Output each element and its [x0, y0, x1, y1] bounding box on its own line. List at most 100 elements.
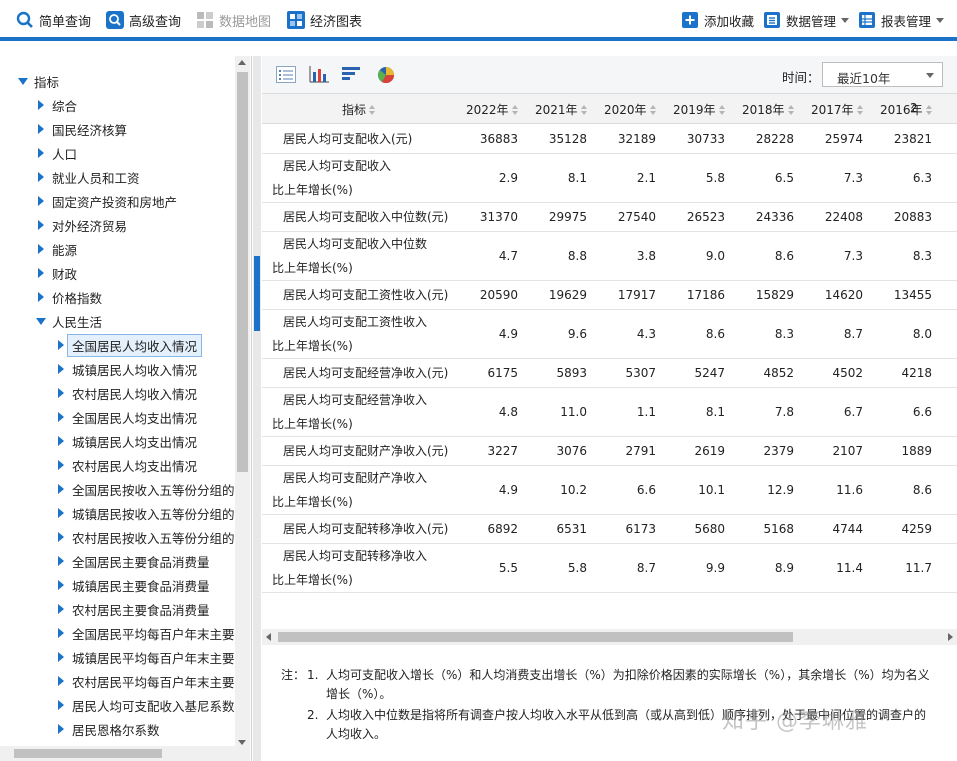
- collapse-arrow-icon[interactable]: [38, 220, 44, 230]
- table-cell: 5.5: [498, 561, 518, 575]
- tree-subitem[interactable]: 城镇居民按收入五等份分组的收: [58, 502, 247, 524]
- pie-chart-icon[interactable]: [377, 66, 397, 84]
- sidebar-horizontal-scrollbar[interactable]: [0, 746, 235, 761]
- tree-subitem[interactable]: 城镇居民主要食品消费量: [58, 574, 210, 596]
- nav-simple-query[interactable]: 简单查询: [16, 9, 91, 31]
- splitter-handle[interactable]: [254, 256, 260, 331]
- sort-icon[interactable]: [369, 105, 376, 115]
- tree-subitem[interactable]: 农村居民平均每百户年末主要耐: [58, 670, 247, 692]
- collapse-arrow-icon[interactable]: [58, 604, 64, 614]
- column-header-year[interactable]: 2022年: [466, 101, 519, 118]
- collapse-arrow-icon[interactable]: [58, 700, 64, 710]
- nav-advanced-query[interactable]: 高级查询: [106, 9, 181, 31]
- tree-subitem[interactable]: 全国居民人均收入情况: [58, 333, 203, 357]
- nav-data-map[interactable]: 数据地图: [196, 9, 271, 31]
- collapse-arrow-icon[interactable]: [58, 580, 64, 590]
- tree-subitem[interactable]: 农村居民主要食品消费量: [58, 598, 210, 620]
- tree-subitem[interactable]: 全国居民按收入五等份分组的收: [58, 478, 247, 500]
- collapse-arrow-icon[interactable]: [58, 412, 64, 422]
- collapse-arrow-icon[interactable]: [58, 436, 64, 446]
- tree-category[interactable]: 就业人员和工资: [38, 166, 140, 188]
- tree-subitem[interactable]: 农村居民人均支出情况: [58, 454, 197, 476]
- report-management-menu[interactable]: 报表管理: [859, 10, 945, 30]
- collapse-arrow-icon[interactable]: [58, 676, 64, 686]
- tree-category[interactable]: 人口: [38, 142, 77, 164]
- tree-subitem[interactable]: 城镇居民人均支出情况: [58, 430, 197, 452]
- tree-category[interactable]: 综合: [38, 94, 77, 116]
- row-indicator-label: 居民人均可支配转移净收入(元): [272, 517, 448, 541]
- bar-chart-icon[interactable]: [309, 66, 329, 83]
- horizontal-bar-icon[interactable]: [342, 66, 362, 83]
- tree-category[interactable]: 国民经济核算: [38, 118, 127, 140]
- collapse-arrow-icon[interactable]: [38, 244, 44, 254]
- tree-subitem[interactable]: 城镇居民人均收入情况: [58, 358, 197, 380]
- collapse-arrow-icon[interactable]: [58, 652, 64, 662]
- scrollbar-thumb[interactable]: [237, 72, 248, 472]
- collapse-arrow-icon[interactable]: [58, 628, 64, 638]
- collapse-arrow-icon[interactable]: [38, 292, 44, 302]
- expand-arrow-icon[interactable]: [36, 317, 46, 325]
- tree-category[interactable]: 对外经济贸易: [38, 214, 127, 236]
- scroll-left-arrow-icon[interactable]: [266, 633, 271, 641]
- tree-subitem[interactable]: 全国居民平均每百户年末主要耐: [58, 622, 247, 644]
- collapse-arrow-icon[interactable]: [38, 196, 44, 206]
- nav-economic-charts[interactable]: 经济图表: [287, 9, 362, 31]
- tree-subitem[interactable]: 居民人均可支配收入基尼系数: [58, 694, 235, 716]
- panel-splitter[interactable]: [253, 56, 261, 761]
- tree-category-expanded[interactable]: 人民生活: [36, 310, 102, 332]
- collapse-arrow-icon[interactable]: [38, 172, 44, 182]
- collapse-arrow-icon[interactable]: [58, 388, 64, 398]
- scrollbar-thumb[interactable]: [278, 632, 793, 642]
- scroll-up-arrow-icon[interactable]: [238, 60, 246, 65]
- tree-subitem[interactable]: 居民恩格尔系数: [58, 718, 160, 740]
- sort-icon[interactable]: [580, 105, 588, 115]
- tree-subitem[interactable]: 全国居民主要食品消费量: [58, 550, 210, 572]
- collapse-arrow-icon[interactable]: [58, 556, 64, 566]
- tree-subitem[interactable]: 城镇居民平均每百户年末主要耐: [58, 646, 247, 668]
- sort-icon[interactable]: [925, 105, 933, 115]
- column-header-year[interactable]: 2017年: [811, 101, 864, 118]
- tree-category[interactable]: 能源: [38, 238, 77, 260]
- time-range-select[interactable]: 最近10年: [822, 62, 943, 87]
- collapse-arrow-icon[interactable]: [58, 364, 64, 374]
- scroll-down-arrow-icon[interactable]: [238, 740, 246, 745]
- tree-category[interactable]: 固定资产投资和房地产: [38, 190, 177, 212]
- scrollbar-thumb[interactable]: [14, 749, 162, 758]
- collapse-arrow-icon[interactable]: [58, 508, 64, 518]
- collapse-arrow-icon[interactable]: [58, 724, 64, 734]
- table-view-icon[interactable]: [276, 66, 296, 83]
- collapse-arrow-icon[interactable]: [58, 484, 64, 494]
- expand-arrow-icon[interactable]: [18, 77, 28, 85]
- sort-icon[interactable]: [856, 105, 864, 115]
- column-header-year[interactable]: 2: [910, 101, 918, 115]
- column-header-indicator[interactable]: 指标: [342, 101, 376, 118]
- table-horizontal-scrollbar[interactable]: [262, 629, 957, 645]
- tree-category[interactable]: 价格指数: [38, 286, 102, 308]
- sort-icon[interactable]: [511, 105, 519, 115]
- column-header-year[interactable]: 2021年: [535, 101, 588, 118]
- tree-category[interactable]: 财政: [38, 262, 77, 284]
- collapse-arrow-icon[interactable]: [38, 148, 44, 158]
- sidebar-vertical-scrollbar[interactable]: [235, 56, 250, 761]
- tree-subitem[interactable]: 农村居民按收入五等份分组的收: [58, 526, 247, 548]
- collapse-arrow-icon[interactable]: [38, 124, 44, 134]
- sort-icon[interactable]: [718, 105, 726, 115]
- collapse-arrow-icon[interactable]: [38, 268, 44, 278]
- tree-root[interactable]: 指标: [18, 70, 59, 92]
- data-management-menu[interactable]: 数据管理: [764, 10, 850, 30]
- column-header-year[interactable]: 2016年: [880, 101, 933, 118]
- tree-subitem[interactable]: 全国居民人均支出情况: [58, 406, 197, 428]
- collapse-arrow-icon[interactable]: [58, 532, 64, 542]
- column-header-year[interactable]: 2020年: [604, 101, 657, 118]
- collapse-arrow-icon[interactable]: [38, 100, 44, 110]
- scroll-right-arrow-icon[interactable]: [948, 633, 953, 641]
- table-cell: 35128: [548, 132, 587, 146]
- tree-subitem[interactable]: 农村居民人均收入情况: [58, 382, 197, 404]
- column-header-year[interactable]: 2019年: [673, 101, 726, 118]
- sort-icon[interactable]: [787, 105, 795, 115]
- sort-icon[interactable]: [649, 105, 657, 115]
- collapse-arrow-icon[interactable]: [58, 460, 64, 470]
- collapse-arrow-icon[interactable]: [58, 340, 64, 350]
- column-header-year[interactable]: 2018年: [742, 101, 795, 118]
- add-favorite-button[interactable]: 添加收藏: [682, 10, 754, 30]
